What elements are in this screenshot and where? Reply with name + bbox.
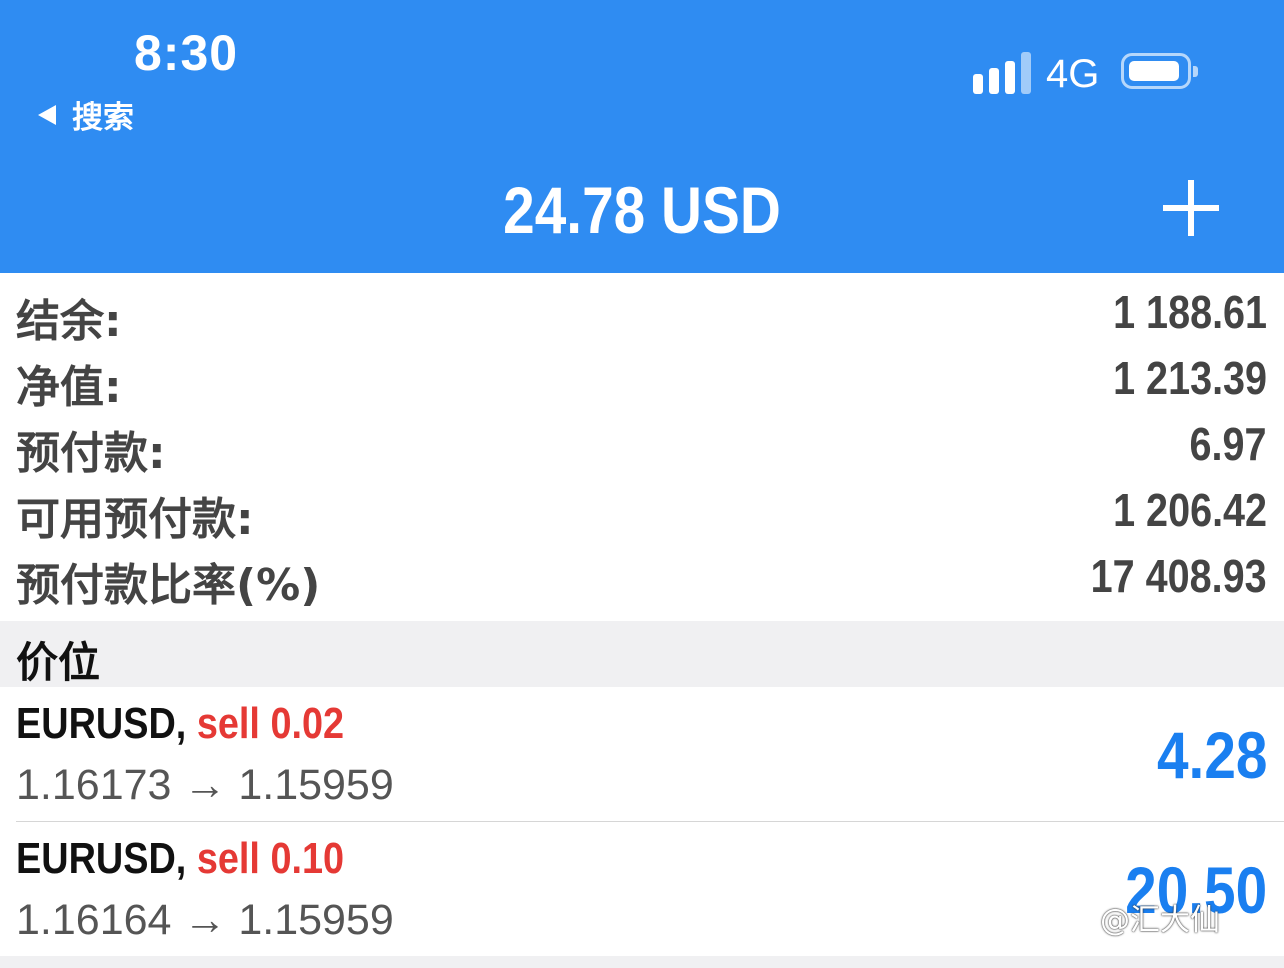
bottom-strip xyxy=(0,956,1284,968)
summary-row-equity: 净值: 1 213.39 xyxy=(0,345,1284,413)
add-order-button[interactable] xyxy=(1163,180,1219,236)
position-profit: 4.28 xyxy=(1156,718,1267,792)
position-side: sell 0.10 xyxy=(196,834,345,883)
summary-label: 结余: xyxy=(16,296,122,347)
network-type: 4G xyxy=(1046,52,1100,96)
profit-total-title: 24.78 USD xyxy=(503,173,781,247)
summary-label: 可用预付款: xyxy=(16,494,254,545)
back-to-search-button[interactable]: 搜索 xyxy=(38,92,134,137)
summary-label: 预付款比率(%) xyxy=(16,560,321,611)
summary-row-margin-level: 预付款比率(%) 17 408.93 xyxy=(0,543,1284,611)
positions-section-header: 价位 xyxy=(0,621,1284,687)
navigation-header: 8:30 搜索 4G 24.78 USD xyxy=(0,0,1284,273)
status-time: 8:30 xyxy=(134,25,239,81)
position-row[interactable]: EURUSD, sell 0.10 1.16164 → 1.15959 20.5… xyxy=(0,822,1284,956)
summary-value: 6.97 xyxy=(1190,418,1267,470)
back-label: 搜索 xyxy=(72,100,134,136)
summary-label: 净值: xyxy=(16,362,122,413)
summary-value: 1 213.39 xyxy=(1113,352,1267,404)
watermark: @汇大仙 xyxy=(1100,903,1220,938)
summary-row-free-margin: 可用预付款: 1 206.42 xyxy=(0,477,1284,545)
back-arrow-icon xyxy=(38,104,56,125)
summary-label: 预付款: xyxy=(16,428,166,479)
summary-row-balance: 结余: 1 188.61 xyxy=(0,279,1284,347)
position-row[interactable]: EURUSD, sell 0.02 1.16173 → 1.15959 4.28 xyxy=(0,687,1284,821)
section-title: 价位 xyxy=(16,638,101,687)
summary-value: 1 206.42 xyxy=(1113,484,1267,536)
signal-strength-icon xyxy=(973,52,1031,94)
summary-value: 1 188.61 xyxy=(1113,286,1267,338)
account-summary: 结余: 1 188.61 净值: 1 213.39 预付款: 6.97 可用预付… xyxy=(0,279,1284,611)
position-symbol: EURUSD, xyxy=(16,699,187,748)
position-symbol: EURUSD, xyxy=(16,834,187,883)
battery-icon xyxy=(1121,53,1198,89)
position-prices: 1.16173 → 1.15959 xyxy=(16,761,394,809)
summary-value: 17 408.93 xyxy=(1090,550,1267,602)
position-title: EURUSD, sell 0.10 xyxy=(16,834,344,884)
position-side: sell 0.02 xyxy=(196,699,345,748)
position-title: EURUSD, sell 0.02 xyxy=(16,699,344,749)
position-prices: 1.16164 → 1.15959 xyxy=(16,896,394,944)
summary-row-margin: 预付款: 6.97 xyxy=(0,411,1284,479)
